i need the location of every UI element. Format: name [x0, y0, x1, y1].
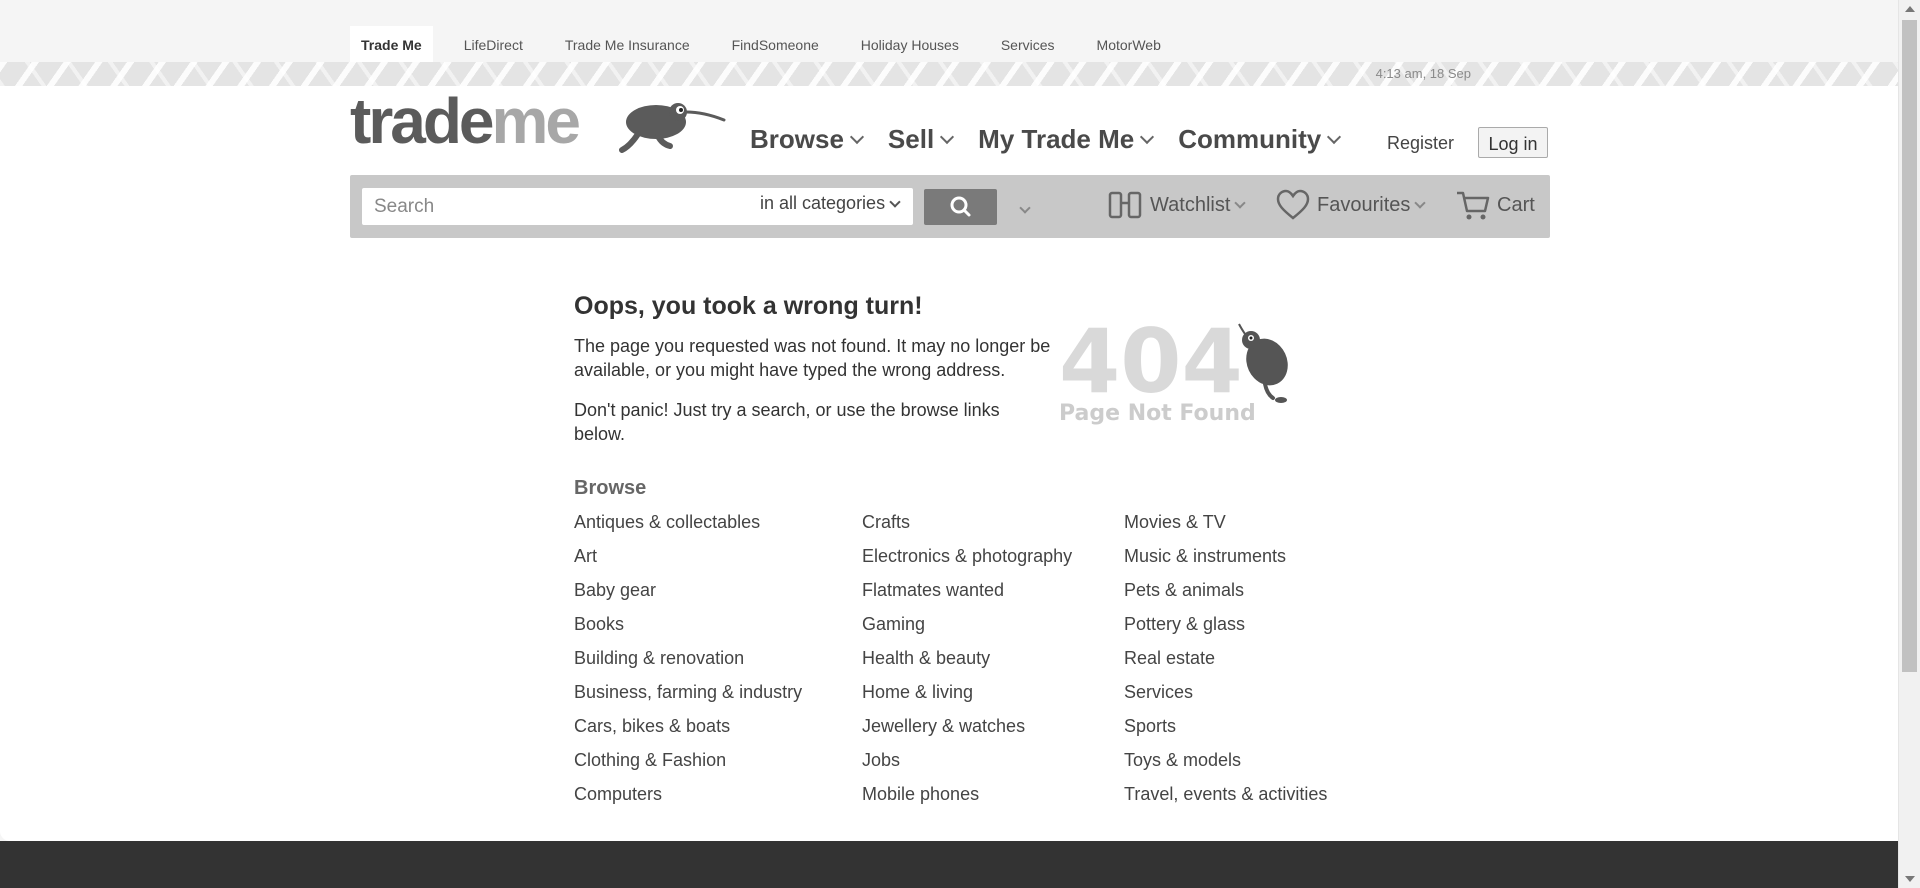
site-tab-services[interactable]: Services — [980, 26, 1076, 62]
kiwi-logo-icon — [619, 103, 726, 153]
login-button[interactable]: Log in — [1478, 127, 1548, 158]
watchlist-label: Watchlist — [1150, 193, 1231, 216]
category-link[interactable]: Cars, bikes & boats — [574, 712, 802, 746]
category-link[interactable]: Gaming — [862, 610, 1072, 644]
scroll-down-arrow-icon[interactable] — [1905, 876, 1915, 882]
site-tab-holiday-houses[interactable]: Holiday Houses — [840, 26, 980, 62]
nav-my-trade-me[interactable]: My Trade Me — [978, 124, 1155, 155]
browse-column-1: Antiques & collectables Art Baby gear Bo… — [574, 508, 802, 814]
category-link[interactable]: Real estate — [1124, 644, 1327, 678]
site-tab-lifedirect[interactable]: LifeDirect — [443, 26, 544, 62]
category-link[interactable]: Clothing & Fashion — [574, 746, 802, 780]
category-link[interactable]: Business, farming & industry — [574, 678, 802, 712]
nav-community[interactable]: Community — [1178, 124, 1342, 155]
category-link[interactable]: Sports — [1124, 712, 1327, 746]
image-404-caption: Page Not Found — [1059, 401, 1256, 426]
kiwi-404-icon: 404 Page Not Found — [1059, 310, 1288, 426]
category-link[interactable]: Jewellery & watches — [862, 712, 1072, 746]
scroll-thumb[interactable] — [1902, 20, 1917, 672]
category-link[interactable]: Movies & TV — [1124, 508, 1327, 542]
category-link[interactable]: Building & renovation — [574, 644, 802, 678]
cart-label: Cart — [1497, 193, 1535, 216]
site-tab-trade-me-insurance[interactable]: Trade Me Insurance — [544, 26, 711, 62]
category-link[interactable]: Books — [574, 610, 802, 644]
register-link[interactable]: Register — [1387, 133, 1454, 154]
chevron-down-icon — [1140, 129, 1155, 144]
logo-wordmark: trademe — [350, 84, 581, 158]
category-link[interactable]: Services — [1124, 678, 1327, 712]
cart-icon — [1457, 191, 1490, 220]
category-link[interactable]: Travel, events & activities — [1124, 780, 1327, 814]
nav-my-trade-me-label: My Trade Me — [978, 124, 1135, 154]
category-link[interactable]: Electronics & photography — [862, 542, 1072, 576]
chevron-down-icon — [1019, 202, 1031, 214]
page-scrollbar[interactable] — [1898, 0, 1920, 888]
chevron-down-icon — [940, 129, 955, 144]
category-select[interactable]: in all categories — [760, 193, 901, 214]
browse-column-2: Crafts Electronics & photography Flatmat… — [862, 508, 1072, 814]
favourites-button[interactable]: Favourites — [1275, 189, 1427, 221]
pattern-band — [0, 62, 1898, 86]
heart-icon — [1276, 189, 1310, 220]
nav-sell[interactable]: Sell — [887, 124, 955, 155]
page-not-found-image: 404 Page Not Found — [1055, 310, 1305, 433]
category-link[interactable]: Computers — [574, 780, 802, 814]
search-icon — [950, 196, 971, 217]
logo-text-me: me — [491, 85, 581, 157]
site-tab-motorweb[interactable]: MotorWeb — [1076, 26, 1182, 62]
browse-heading: Browse — [574, 477, 647, 499]
category-link[interactable]: Flatmates wanted — [862, 576, 1072, 610]
current-datetime: 4:13 am, 18 Sep — [1375, 66, 1471, 81]
search-button[interactable] — [924, 189, 997, 225]
error-hint: Don't panic! Just try a search, or use t… — [574, 400, 1000, 444]
site-tab-trade-me[interactable]: Trade Me — [350, 26, 433, 62]
category-link[interactable]: Pets & animals — [1124, 576, 1327, 610]
error-message: The page you requested was not found. It… — [574, 336, 1051, 380]
nav-community-label: Community — [1178, 124, 1322, 154]
category-link[interactable]: Crafts — [862, 508, 1072, 542]
nav-sell-label: Sell — [887, 124, 935, 154]
footer — [0, 841, 1898, 888]
chevron-down-icon — [1327, 129, 1342, 144]
main-nav: Browse Sell My Trade Me Community — [750, 124, 1365, 155]
chevron-down-icon — [849, 129, 864, 144]
image-404-number: 404 — [1059, 318, 1243, 413]
category-select-label: in all categories — [760, 193, 886, 213]
category-link[interactable]: Art — [574, 542, 802, 576]
category-link[interactable]: Toys & models — [1124, 746, 1327, 780]
browse-column-3: Movies & TV Music & instruments Pets & a… — [1124, 508, 1327, 814]
category-link[interactable]: Mobile phones — [862, 780, 1072, 814]
search-bar: in all categories Watchlist Favourites — [350, 175, 1550, 238]
category-link[interactable]: Pottery & glass — [1124, 610, 1327, 644]
site-tab-findsomeone[interactable]: FindSomeone — [711, 26, 840, 62]
category-link[interactable]: Jobs — [862, 746, 1072, 780]
trademe-logo[interactable]: trademe — [350, 85, 726, 158]
category-link[interactable]: Baby gear — [574, 576, 802, 610]
category-link[interactable]: Music & instruments — [1124, 542, 1327, 576]
category-link[interactable]: Health & beauty — [862, 644, 1072, 678]
favourites-label: Favourites — [1317, 193, 1411, 216]
advanced-search-toggle[interactable] — [1015, 199, 1031, 217]
chevron-down-icon — [889, 195, 901, 208]
nav-browse-label: Browse — [750, 124, 844, 154]
sites-nav: Trade Me LifeDirect Trade Me Insurance F… — [350, 26, 1182, 62]
scroll-up-arrow-icon[interactable] — [1905, 6, 1915, 12]
sites-bar: Trade Me LifeDirect Trade Me Insurance F… — [0, 0, 1898, 62]
logo-text-trade: trade — [350, 85, 494, 157]
category-link[interactable]: Home & living — [862, 678, 1072, 712]
binoculars-icon — [1108, 191, 1142, 219]
category-link[interactable]: Antiques & collectables — [574, 508, 802, 542]
chevron-down-icon — [1414, 197, 1427, 209]
watchlist-button[interactable]: Watchlist — [1107, 189, 1247, 221]
chevron-down-icon — [1234, 197, 1247, 209]
error-title: Oops, you took a wrong turn! — [574, 292, 923, 320]
cart-button[interactable]: Cart — [1455, 189, 1535, 221]
nav-browse[interactable]: Browse — [750, 124, 864, 155]
